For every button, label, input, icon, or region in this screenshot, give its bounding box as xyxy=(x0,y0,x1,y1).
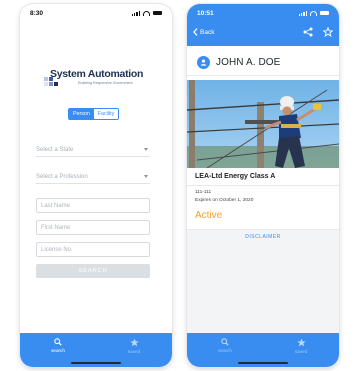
star-outline-icon[interactable] xyxy=(323,27,333,37)
first-name-placeholder: First Name xyxy=(41,224,71,231)
nav-actions xyxy=(303,27,333,37)
avatar xyxy=(197,56,210,69)
segment-person[interactable]: Person xyxy=(69,109,94,119)
last-name-placeholder: Last Name xyxy=(41,202,71,209)
license-number-placeholder: License No. xyxy=(41,246,73,253)
tab-saved[interactable]: saved xyxy=(114,338,154,354)
status-bar: 8:30 xyxy=(20,4,172,22)
license-number-input[interactable]: License No. xyxy=(36,242,150,257)
tab-search[interactable]: search xyxy=(38,338,78,353)
wifi-icon xyxy=(310,10,317,16)
chevron-down-icon xyxy=(144,175,148,178)
license-detail-screen: 10:51 Back JOHN A. DOE LEA-Ltd Energy Cl… xyxy=(187,4,339,367)
license-title: LEA-Ltd Energy Class A xyxy=(195,173,276,180)
status-badge: Active xyxy=(195,210,223,221)
first-name-input[interactable]: First Name xyxy=(36,220,150,235)
logo-tagline: Enabling Responsive Government xyxy=(78,81,133,85)
lineworker-image xyxy=(187,80,339,168)
tab-search[interactable]: search xyxy=(205,338,245,353)
license-number: 111-111 xyxy=(195,190,212,195)
home-indicator xyxy=(238,362,288,364)
star-icon xyxy=(129,338,139,347)
tab-search-label: search xyxy=(51,347,65,353)
search-screen: 8:30 System Automation Enabling Responsi… xyxy=(20,4,172,367)
search-button[interactable]: SEARCH xyxy=(36,264,150,278)
profession-select-label: Select a Profession xyxy=(36,173,88,180)
state-select-label: Select a State xyxy=(36,146,74,153)
disclaimer-link[interactable]: DISCLAIMER xyxy=(187,234,339,240)
person-header: JOHN A. DOE xyxy=(187,50,339,76)
clock: 8:30 xyxy=(30,9,44,17)
tab-saved[interactable]: saved xyxy=(281,338,321,354)
status-icons xyxy=(298,10,329,16)
logo-title: System Automation xyxy=(50,68,144,80)
tab-search-label: search xyxy=(218,347,232,353)
search-icon xyxy=(221,338,229,346)
expiration-date: Expires on October 1, 2020 xyxy=(195,198,254,203)
share-icon[interactable] xyxy=(303,27,313,37)
tab-bar: search saved xyxy=(187,333,339,367)
signal-icon xyxy=(298,10,307,16)
chevron-left-icon xyxy=(193,28,198,36)
navigation-bar: 10:51 Back xyxy=(187,4,339,46)
wifi-icon xyxy=(143,10,150,16)
status-bar: 10:51 xyxy=(187,4,339,22)
person-icon xyxy=(200,59,207,66)
back-button[interactable]: Back xyxy=(193,28,214,36)
battery-icon xyxy=(320,10,329,16)
tab-bar: search saved xyxy=(20,333,172,367)
last-name-input[interactable]: Last Name xyxy=(36,198,150,213)
nav-row: Back xyxy=(187,22,339,42)
system-automation-logo: System Automation Enabling Responsive Go… xyxy=(44,68,150,86)
status-icons xyxy=(131,10,162,16)
signal-icon xyxy=(131,10,140,16)
chevron-down-icon xyxy=(144,148,148,151)
state-select[interactable]: Select a State xyxy=(36,143,150,157)
person-name: JOHN A. DOE xyxy=(216,57,281,68)
profession-photo xyxy=(187,80,339,168)
clock: 10:51 xyxy=(197,9,214,17)
battery-icon xyxy=(153,10,162,16)
divider xyxy=(187,185,339,186)
star-icon xyxy=(296,338,306,347)
back-label: Back xyxy=(200,28,215,36)
segment-facility[interactable]: Facility xyxy=(93,109,119,119)
tab-saved-label: saved xyxy=(127,348,141,354)
home-indicator xyxy=(71,362,121,364)
search-icon xyxy=(54,338,62,346)
person-facility-toggle: Person Facility xyxy=(68,108,120,120)
tab-saved-label: saved xyxy=(294,348,308,354)
footer-area xyxy=(187,229,339,333)
profession-select[interactable]: Select a Profession xyxy=(36,170,150,184)
logo-squares-icon xyxy=(44,72,60,86)
